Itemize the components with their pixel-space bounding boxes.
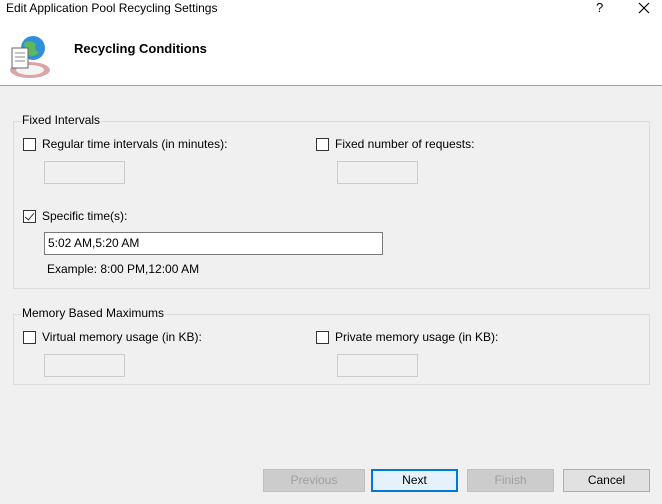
memory-group-title: Memory Based Maximums: [21, 306, 166, 320]
next-button[interactable]: Next: [371, 469, 458, 492]
title-bar: Edit Application Pool Recycling Settings…: [0, 0, 662, 16]
specific-times-checkbox[interactable]: [23, 210, 36, 223]
app-pool-globe-icon: [6, 34, 54, 82]
previous-button[interactable]: Previous: [263, 469, 365, 492]
cancel-button[interactable]: Cancel: [563, 469, 650, 492]
fixed-intervals-title: Fixed Intervals: [21, 113, 102, 127]
window-title: Edit Application Pool Recycling Settings: [6, 1, 218, 15]
fixed-requests-checkbox[interactable]: [316, 138, 329, 151]
regular-time-checkbox[interactable]: [23, 138, 36, 151]
help-button[interactable]: ?: [596, 0, 603, 16]
page-heading: Recycling Conditions: [74, 41, 207, 56]
virtual-memory-checkbox[interactable]: [23, 331, 36, 344]
fixed-requests-input: [337, 161, 418, 184]
wizard-header: Recycling Conditions: [0, 16, 662, 86]
specific-times-label: Specific time(s):: [42, 209, 128, 223]
fixed-requests-label: Fixed number of requests:: [335, 137, 475, 151]
regular-time-label: Regular time intervals (in minutes):: [42, 137, 228, 151]
example-text: Example: 8:00 PM,12:00 AM: [47, 262, 200, 276]
specific-times-input[interactable]: 5:02 AM,5:20 AM: [44, 232, 383, 255]
virtual-memory-label: Virtual memory usage (in KB):: [42, 330, 202, 344]
private-memory-input: [337, 354, 418, 377]
finish-button[interactable]: Finish: [467, 469, 554, 492]
virtual-memory-input: [44, 354, 125, 377]
private-memory-label: Private memory usage (in KB):: [335, 330, 499, 344]
regular-time-input: [44, 161, 125, 184]
close-icon[interactable]: [636, 0, 652, 16]
private-memory-checkbox[interactable]: [316, 331, 329, 344]
